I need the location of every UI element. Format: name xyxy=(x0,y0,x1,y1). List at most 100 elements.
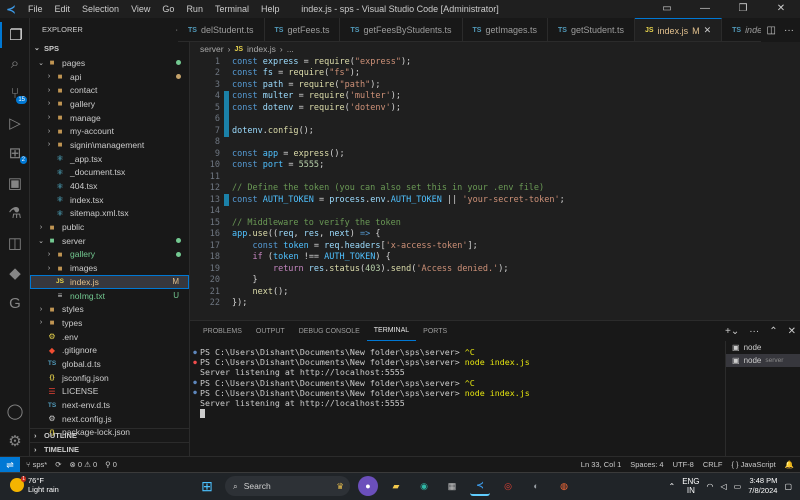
tree-item-global-d-ts[interactable]: TS global.d.ts xyxy=(30,357,189,371)
tree-item-next-env-d-ts[interactable]: TS next-env.d.ts xyxy=(30,398,189,412)
minimize-button[interactable]: — xyxy=(686,0,724,18)
tab-getstudent-ts[interactable]: TS getStudent.ts xyxy=(548,18,635,41)
panel-tab-output[interactable]: OUTPUT xyxy=(249,321,292,341)
outline-section[interactable]: › OUTLINE xyxy=(30,428,189,442)
tab-delstudent-ts[interactable]: TS delStudent.ts xyxy=(178,18,265,41)
remote-indicator-icon[interactable]: ⇌ xyxy=(0,456,20,473)
tree-item-styles[interactable]: › ■ styles xyxy=(30,302,189,316)
panel-tab-debug-console[interactable]: DEBUG CONSOLE xyxy=(292,321,367,341)
language-indicator[interactable]: ENG IN xyxy=(682,477,699,495)
line-ending[interactable]: CRLF xyxy=(703,460,723,469)
menu-item-run[interactable]: Run xyxy=(180,4,209,14)
notifications-icon[interactable]: 🔔 xyxy=(785,460,794,469)
menu-item-view[interactable]: View xyxy=(125,4,156,14)
terminal-instance[interactable]: ▣ node xyxy=(726,341,800,354)
terminal-instance[interactable]: ▣ node server xyxy=(726,354,800,367)
run-debug-icon[interactable]: ▷ xyxy=(0,110,30,136)
start-icon[interactable]: ⊞ xyxy=(197,476,217,496)
breadcrumb-folder[interactable]: server xyxy=(200,44,224,54)
clock[interactable]: 3:48 PM 7/8/2024 xyxy=(748,476,777,496)
workspace-root[interactable]: ⌄ SPS xyxy=(30,40,189,56)
tree-item--document-tsx[interactable]: ⚛ _document.tsx xyxy=(30,166,189,180)
settings-gear-icon[interactable]: ⚙ xyxy=(0,428,30,454)
tab-getfeesbystudents-ts[interactable]: TS getFeesByStudents.ts xyxy=(340,18,463,41)
panel-tab-problems[interactable]: PROBLEMS xyxy=(196,321,249,341)
tree-item-api[interactable]: › ■ api xyxy=(30,70,189,84)
account-icon[interactable]: ◯ xyxy=(0,398,30,424)
battery-icon[interactable]: ▭ xyxy=(734,482,742,491)
maximize-button[interactable]: ❐ xyxy=(724,0,762,18)
source-control-icon[interactable]: ⑂ 15 xyxy=(0,80,30,106)
tree-item-gallery[interactable]: › ■ gallery xyxy=(30,97,189,111)
maximize-panel-icon[interactable]: ⌃ xyxy=(769,326,777,337)
tree-item-index-js[interactable]: JS index.js M xyxy=(30,275,189,289)
tree-item-next-config-js[interactable]: ⚙ next.config.js xyxy=(30,412,189,426)
terminal-output[interactable]: ● PS C:\Users\Dishant\Documents\New folde… xyxy=(190,347,725,457)
panel-tab-ports[interactable]: PORTS xyxy=(416,321,454,341)
breadcrumb-symbols[interactable]: ... xyxy=(287,44,294,54)
close-button[interactable]: ✕ xyxy=(762,0,800,18)
store-icon[interactable]: ▦ xyxy=(442,476,462,496)
tree-item--env[interactable]: ⚙ .env xyxy=(30,330,189,344)
tree-item-signin-management[interactable]: › ■ signin\management xyxy=(30,138,189,152)
vscode-taskbar-icon[interactable]: ≺ xyxy=(470,476,490,496)
sync-icon[interactable]: ⟳ xyxy=(55,460,61,469)
chat-app-icon[interactable]: ● xyxy=(358,476,378,496)
layout-icon[interactable]: ▭ xyxy=(648,0,686,18)
timeline-section[interactable]: › TIMELINE xyxy=(30,442,189,456)
wifi-icon[interactable]: ◠ xyxy=(707,482,714,491)
problems-status[interactable]: ⊗ 0 ⚠ 0 xyxy=(69,460,97,469)
tree-item-my-account[interactable]: › ■ my-account xyxy=(30,124,189,138)
explorer-icon[interactable]: ❐ xyxy=(0,22,30,48)
more-actions-icon[interactable]: ··· xyxy=(784,25,794,36)
tree-item-noimg-txt[interactable]: ≡ noImg.txt U xyxy=(30,289,189,303)
tree-item-public[interactable]: › ■ public xyxy=(30,220,189,234)
tree-item-404-tsx[interactable]: ⚛ 404.tsx xyxy=(30,179,189,193)
code-editor[interactable]: 1 const express = require("express"); 2 con… xyxy=(190,56,800,320)
taskbar-search[interactable]: ⌕ Search ♛ xyxy=(225,476,350,496)
testing-icon[interactable]: ⚗ xyxy=(0,200,30,226)
breadcrumb-file[interactable]: index.js xyxy=(247,44,276,54)
tree-item-images[interactable]: › ■ images xyxy=(30,261,189,275)
tree-item-server[interactable]: ⌄ ■ server xyxy=(30,234,189,248)
close-panel-icon[interactable]: ✕ xyxy=(788,326,796,337)
tree-item--app-tsx[interactable]: ⚛ _app.tsx xyxy=(30,152,189,166)
tree-item-jsconfig-json[interactable]: {} jsconfig.json xyxy=(30,371,189,385)
menu-item-go[interactable]: Go xyxy=(156,4,180,14)
postman-icon[interactable]: ◍ xyxy=(554,476,574,496)
menu-item-help[interactable]: Help xyxy=(255,4,286,14)
branch-status[interactable]: ⑂ sps* xyxy=(26,460,47,469)
weather-widget[interactable]: 1 76°F Light rain xyxy=(10,476,59,494)
split-editor-icon[interactable]: ◫ xyxy=(767,25,776,36)
ports-status[interactable]: ⚲ 0 xyxy=(105,460,117,469)
show-hidden-icons[interactable]: ⌃ xyxy=(668,482,675,491)
tree-item-types[interactable]: › ■ types xyxy=(30,316,189,330)
layers-icon[interactable]: ◆ xyxy=(0,260,30,286)
encoding[interactable]: UTF-8 xyxy=(673,460,694,469)
tab-getimages-ts[interactable]: TS getImages.ts xyxy=(463,18,548,41)
cursor-position[interactable]: Ln 33, Col 1 xyxy=(581,460,621,469)
panel-tab-terminal[interactable]: TERMINAL xyxy=(366,321,417,341)
notification-center-icon[interactable]: ▢ xyxy=(784,482,792,491)
search-icon[interactable]: ⌕ xyxy=(0,50,30,76)
tree-item-pages[interactable]: ⌄ ■ pages xyxy=(30,56,189,70)
remote-explorer-icon[interactable]: ▣ xyxy=(0,170,30,196)
app-icon[interactable]: ◐ xyxy=(526,476,546,496)
tree-item--gitignore[interactable]: ◆ .gitignore xyxy=(30,343,189,357)
extensions-icon[interactable]: ⊞ 2 xyxy=(0,140,30,166)
tree-item-contact[interactable]: › ■ contact xyxy=(30,83,189,97)
menu-item-selection[interactable]: Selection xyxy=(76,4,125,14)
file-explorer-icon[interactable]: ▰ xyxy=(386,476,406,496)
language-mode[interactable]: { } JavaScript xyxy=(731,460,775,469)
new-terminal-icon[interactable]: +⌄ xyxy=(725,326,739,337)
chrome-icon[interactable]: ◎ xyxy=(498,476,518,496)
menu-item-edit[interactable]: Edit xyxy=(49,4,77,14)
more-actions-icon[interactable]: ··· xyxy=(749,326,759,337)
tree-item-index-tsx[interactable]: ⚛ index.tsx xyxy=(30,193,189,207)
tree-item-license[interactable]: ☰ LICENSE xyxy=(30,385,189,399)
menu-item-file[interactable]: File xyxy=(22,4,49,14)
edge-icon[interactable]: ◉ xyxy=(414,476,434,496)
tree-item-manage[interactable]: › ■ manage xyxy=(30,111,189,125)
close-tab-icon[interactable]: ✕ xyxy=(704,25,712,36)
tab-getfees-ts[interactable]: TS getFees.ts xyxy=(265,18,341,41)
